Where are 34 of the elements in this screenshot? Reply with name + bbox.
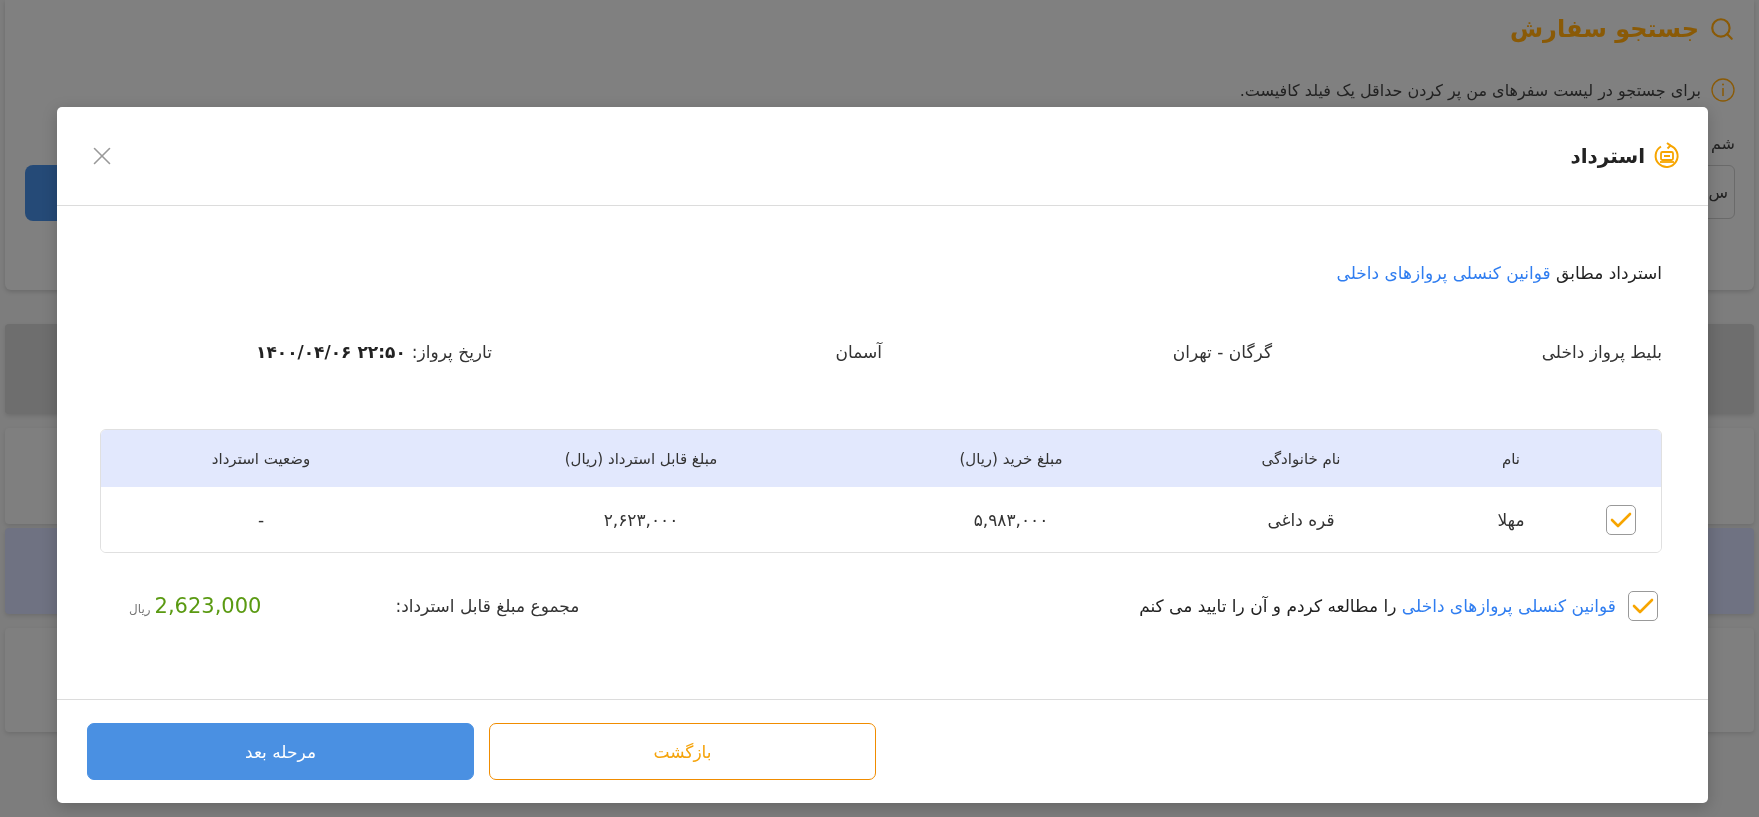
field-label: شم [1710, 134, 1735, 153]
table-cell: ۲,۶۲۳,۰۰۰ [603, 509, 679, 530]
info-text: برای جستجو در لیست سفرهای من پر کردن حداقل یک فیلد کافیست. [1239, 80, 1701, 100]
ticket-type: بلیط پرواز داخلی [1541, 342, 1662, 362]
currency-label: ریال [129, 602, 151, 616]
total-amount: 2,623,000 [154, 594, 262, 618]
checkbox[interactable] [1628, 591, 1658, 621]
search-icon [1709, 16, 1735, 42]
airline-name: آسمان [835, 342, 882, 362]
flight-time: ۲۲:۵۰ [357, 342, 406, 362]
column-header: نام خانوادگی [1261, 449, 1341, 468]
dialog-title: استرداد [1570, 144, 1645, 168]
flight-date-label: تاریخ پرواز: [411, 342, 492, 362]
column-header: مبلغ خرید (ریال) [959, 449, 1063, 468]
page-title: جستجو سفارش [1509, 15, 1699, 43]
table-cell: مهلا [1497, 509, 1525, 530]
column-header: نام [1502, 449, 1521, 468]
cancellation-rules-link[interactable]: قوانین کنسلی پروازهای داخلی [1336, 263, 1551, 283]
consent-text: قوانین کنسلی پروازهای داخلی را مطالعه کردم و آن را تایید می کنم [1139, 596, 1616, 616]
refund-icon [1653, 142, 1681, 170]
back-button[interactable]: بازگشت [489, 723, 876, 780]
flight-date: ۱۴۰۰/۰۴/۰۶ [256, 342, 352, 362]
info-icon [1711, 78, 1735, 102]
column-header: وضعیت استرداد [211, 449, 311, 468]
column-header: مبلغ قابل استرداد (ریال) [564, 449, 718, 468]
checkbox[interactable] [1606, 504, 1636, 535]
total-label: مجموع مبلغ قابل استرداد: [395, 596, 580, 616]
table-cell: ۵,۹۸۳,۰۰۰ [973, 509, 1049, 530]
refund-rule-text: استرداد مطابق قوانین کنسلی پروازهای داخلی [1335, 263, 1662, 283]
table-cell: قره داغی [1267, 509, 1335, 530]
flight-route: گرگان - تهران [1172, 342, 1272, 362]
next-button[interactable]: مرحله بعد [87, 723, 474, 780]
cancellation-rules-link[interactable]: قوانین کنسلی پروازهای داخلی [1401, 596, 1616, 616]
table-cell: - [257, 509, 265, 530]
